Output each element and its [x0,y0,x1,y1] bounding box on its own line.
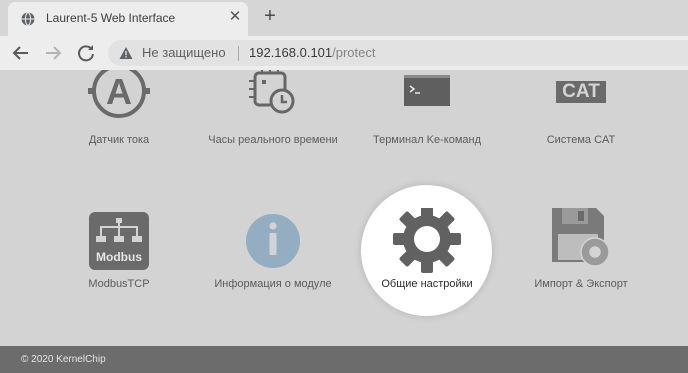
globe-icon [21,12,35,26]
gear-icon [393,208,461,273]
tile-label: Информация о модуле [214,278,332,290]
copyright-text: © 2020 KernelChip [21,354,106,365]
tile-label: ModbusTCP [88,278,150,290]
back-arrow-icon[interactable] [9,41,33,65]
reload-icon[interactable] [74,41,98,65]
tile-current-sensor[interactable]: A Датчик тока [44,70,194,150]
tile-label: Датчик тока [88,134,150,146]
browser-tab[interactable]: Laurent-5 Web Interface ✕ [8,2,248,36]
cat-icon-text: CAT [562,81,600,102]
url-text[interactable]: 192.168.0.101/protect [249,45,376,60]
footer: © 2020 KernelChip [0,346,688,373]
tile-label: Импорт & Экспорт [534,278,628,290]
forward-arrow-icon[interactable] [41,41,65,65]
tile-modbus[interactable]: Modbus ModbusTCP [44,212,194,292]
security-label[interactable]: Не защищено [142,45,226,60]
tile-import-export[interactable]: Импорт & Экспорт [506,208,656,292]
tile-label: Общие настройки [381,278,473,290]
new-tab-button[interactable]: + [259,5,281,27]
current-sensor-icon: A [88,70,150,118]
tile-cat-system[interactable]: CAT Система CAT [506,70,656,150]
tile-label: Часы реального времени [208,134,338,146]
warning-icon[interactable] [119,46,133,60]
url-path: /protect [332,45,376,60]
omnibox-divider [238,46,239,61]
tile-module-info[interactable]: Информация о модуле [198,212,348,292]
floppy-gear-icon [552,208,610,267]
tab-title: Laurent-5 Web Interface [46,11,176,25]
tile-terminal[interactable]: Терминал Ke-команд [352,70,502,150]
modbus-icon-text: Modbus [96,250,142,264]
tile-label: Система CAT [546,134,616,146]
tile-rtc[interactable]: Часы реального времени [198,70,348,150]
tile-general-settings[interactable]: Общие настройки [352,208,502,292]
terminal-icon [404,75,450,106]
svg-text:A: A [106,71,132,112]
module-grid: A Датчик тока Часы реального времени Тер… [0,70,688,346]
address-bar[interactable]: Не защищено 192.168.0.101/protect [108,40,688,66]
browser-toolbar: Не защищено 192.168.0.101/protect [0,36,688,70]
close-tab-icon[interactable]: ✕ [226,8,244,26]
modbus-icon [89,212,149,270]
tile-label: Терминал Ke-команд [372,134,482,146]
url-host: 192.168.0.101 [249,45,333,60]
rtc-clock-icon [249,70,295,114]
browser-tab-bar: Laurent-5 Web Interface ✕ + [0,0,688,36]
info-icon [246,214,300,268]
